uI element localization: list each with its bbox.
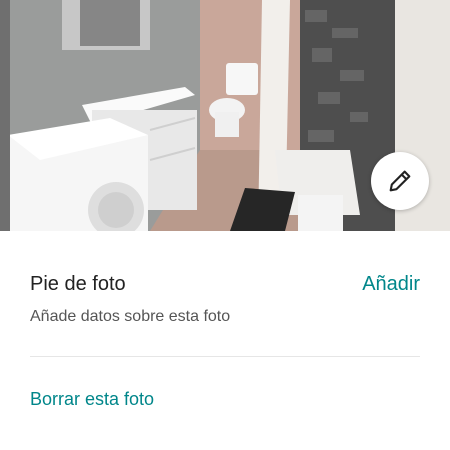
photo-detail-screen: Pie de foto Añadir Añade datos sobre est…: [0, 0, 450, 450]
divider: [30, 356, 420, 357]
edit-photo-button[interactable]: [371, 152, 429, 210]
caption-row: Pie de foto Añadir: [30, 270, 420, 298]
pencil-icon: [389, 170, 411, 192]
caption-title: Pie de foto: [30, 272, 126, 295]
delete-photo-link[interactable]: Borrar esta foto: [30, 389, 154, 410]
bathroom-photo[interactable]: [0, 0, 450, 231]
caption-hint: Añade datos sobre esta foto: [30, 308, 231, 325]
add-caption-link[interactable]: Añadir: [362, 273, 420, 296]
